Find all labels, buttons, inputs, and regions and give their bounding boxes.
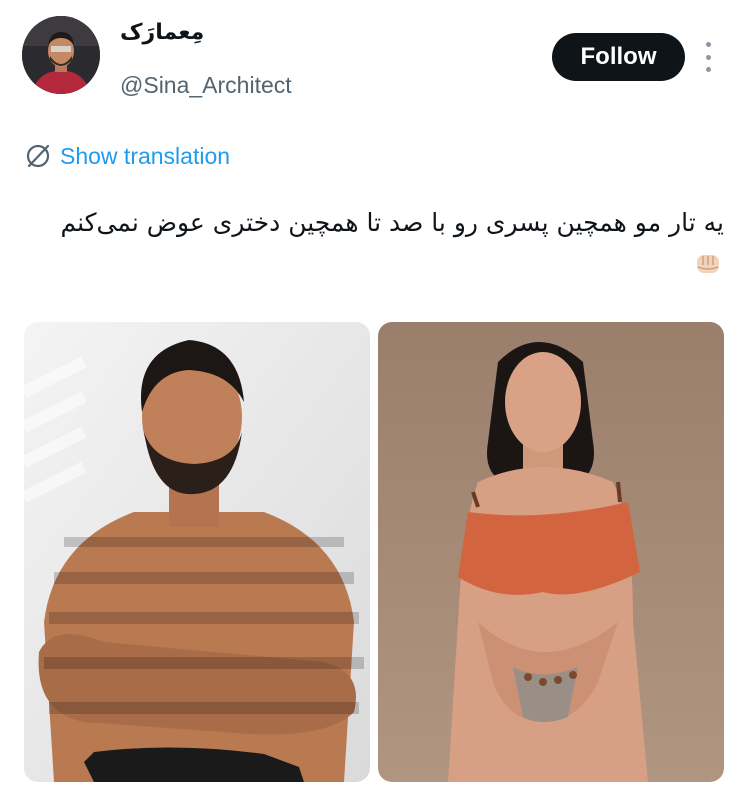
more-vertical-icon xyxy=(705,42,711,47)
tweet-media-grid xyxy=(24,322,724,782)
author-avatar[interactable] xyxy=(22,16,100,94)
show-translation-link[interactable]: Show translation xyxy=(24,140,230,172)
globe-translate-icon xyxy=(26,144,50,168)
follow-button[interactable]: Follow xyxy=(552,33,685,81)
photo-woman-orange-top[interactable] xyxy=(378,322,724,782)
show-translation-label: Show translation xyxy=(60,142,231,169)
tweet-card: مِعمارَک @Sina_Architect Follow Show tra… xyxy=(0,0,747,800)
user-avatar xyxy=(22,16,100,94)
fist-bump-emoji xyxy=(697,255,719,273)
more-dot-bottom xyxy=(705,67,711,72)
bearded-man-image xyxy=(24,322,370,782)
tweet-text-content: یه تار مو همچین پسری رو با صد تا همچین د… xyxy=(60,208,724,237)
more-options-button[interactable] xyxy=(697,42,719,72)
more-dot-middle xyxy=(705,54,711,60)
photo-bearded-man[interactable] xyxy=(24,322,370,782)
woman-image xyxy=(378,322,724,782)
author-display-name[interactable]: مِعمارَک xyxy=(120,20,204,45)
tweet-text: یه تار مو همچین پسری رو با صد تا همچین د… xyxy=(60,202,724,286)
author-handle[interactable]: @Sina_Architect xyxy=(120,72,292,99)
